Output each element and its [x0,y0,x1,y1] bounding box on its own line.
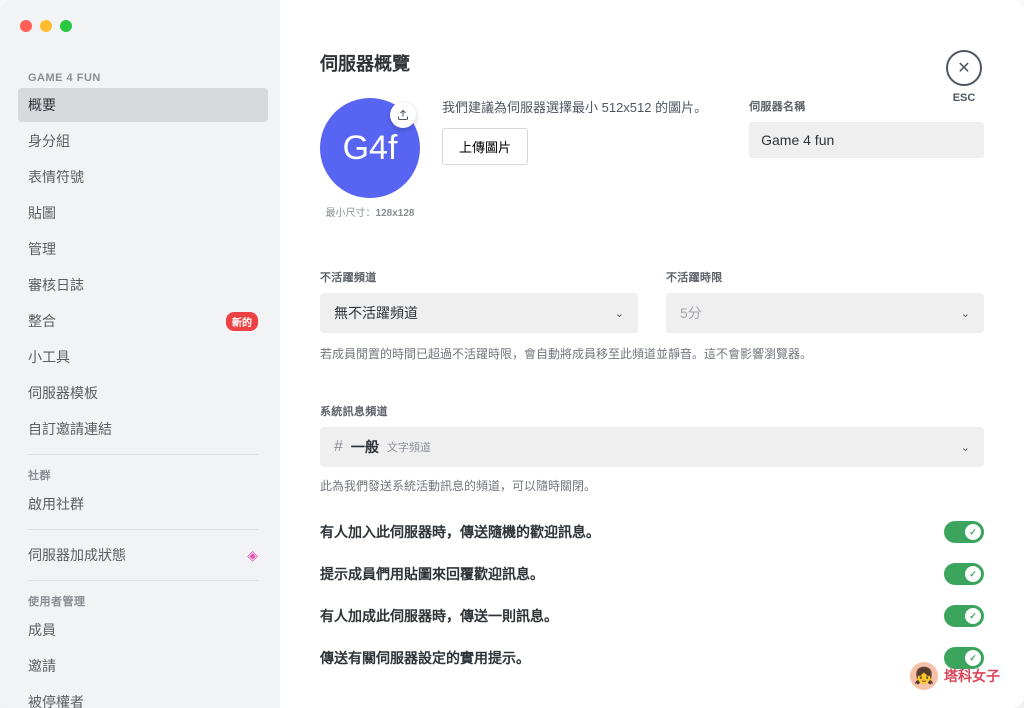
toggle-label-boost-msg: 有人加成此伺服器時，傳送一則訊息。 [320,606,558,626]
page-title: 伺服器概覽 [320,50,984,76]
chevron-down-icon: ⌄ [961,441,970,454]
divider [28,454,258,455]
toggle-label-welcome: 有人加入此伺服器時，傳送隨機的歡迎訊息。 [320,522,600,542]
afk-timeout-label: 不活躍時限 [666,269,984,285]
afk-channel-select[interactable]: 無不活躍頻道 ⌄ [320,293,638,333]
sidebar-item-members[interactable]: 成員 [18,613,268,647]
window-controls [20,20,72,32]
upload-icon [390,102,416,128]
close-settings-button[interactable]: ✕ ESC [946,50,982,104]
toggle-boost-message[interactable] [944,605,984,627]
toggle-sticker-reply[interactable] [944,563,984,585]
maximize-window[interactable] [60,20,72,32]
user-mgmt-header: 使用者管理 [18,589,268,613]
sidebar-item-custom-invite[interactable]: 自訂邀請連結 [18,412,268,446]
sys-msg-channel-select[interactable]: # 一般 文字頻道 ⌄ [320,427,984,467]
toggle-label-setup-tips: 傳送有關伺服器設定的實用提示。 [320,648,530,668]
min-size-hint: 最小尺寸：128x128 [326,204,415,219]
sidebar-item-audit-log[interactable]: 審核日誌 [18,268,268,302]
afk-channel-label: 不活躍頻道 [320,269,638,285]
hash-icon: # [334,438,343,456]
sidebar-item-overview[interactable]: 概要 [18,88,268,122]
settings-content: ✕ ESC 伺服器概覽 G4f 最小尺寸：128x128 我們建議為伺服器選擇最… [280,0,1024,708]
sys-help-text: 此為我們發送系統活動訊息的頻道，可以隨時關閉。 [320,477,984,495]
settings-sidebar: GAME 4 FUN 概要 身分組 表情符號 貼圖 管理 審核日誌 整合 新的 … [0,0,280,708]
close-window[interactable] [20,20,32,32]
sidebar-item-boost-status[interactable]: 伺服器加成狀態 ◈ [18,538,268,572]
close-icon: ✕ [946,50,982,86]
chevron-down-icon: ⌄ [961,307,970,320]
afk-timeout-select[interactable]: 5分 ⌄ [666,293,984,333]
divider [28,580,258,581]
recommend-text: 我們建議為伺服器選擇最小 512x512 的圖片。 [442,98,707,118]
minimize-window[interactable] [40,20,52,32]
server-name-header: GAME 4 FUN [18,68,268,88]
community-header: 社群 [18,463,268,487]
boost-icon: ◈ [247,547,258,564]
sidebar-item-stickers[interactable]: 貼圖 [18,196,268,230]
toggle-welcome-message[interactable] [944,521,984,543]
new-badge: 新的 [226,312,258,331]
sidebar-item-moderation[interactable]: 管理 [18,232,268,266]
sidebar-item-bans[interactable]: 被停權者 [18,685,268,708]
watermark: 👧 塔科女子 [910,662,1000,690]
sidebar-item-template[interactable]: 伺服器模板 [18,376,268,410]
toggle-label-sticker-reply: 提示成員們用貼圖來回覆歡迎訊息。 [320,564,544,584]
sidebar-item-widget[interactable]: 小工具 [18,340,268,374]
divider [28,529,258,530]
chevron-down-icon: ⌄ [615,307,624,320]
afk-help-text: 若成員閒置的時間已超過不活躍時限，會自動將成員移至此頻道並靜音。這不會影響瀏覽器… [320,345,984,363]
sidebar-item-roles[interactable]: 身分組 [18,124,268,158]
sidebar-item-enable-community[interactable]: 啟用社群 [18,487,268,521]
sidebar-item-invites[interactable]: 邀請 [18,649,268,683]
sys-msg-label: 系統訊息頻道 [320,403,984,419]
watermark-avatar: 👧 [910,662,938,690]
server-name-input[interactable] [749,122,984,158]
sidebar-item-emoji[interactable]: 表情符號 [18,160,268,194]
server-avatar[interactable]: G4f [320,98,420,198]
upload-image-button[interactable]: 上傳圖片 [442,128,528,165]
sidebar-item-integrations[interactable]: 整合 新的 [18,304,268,338]
